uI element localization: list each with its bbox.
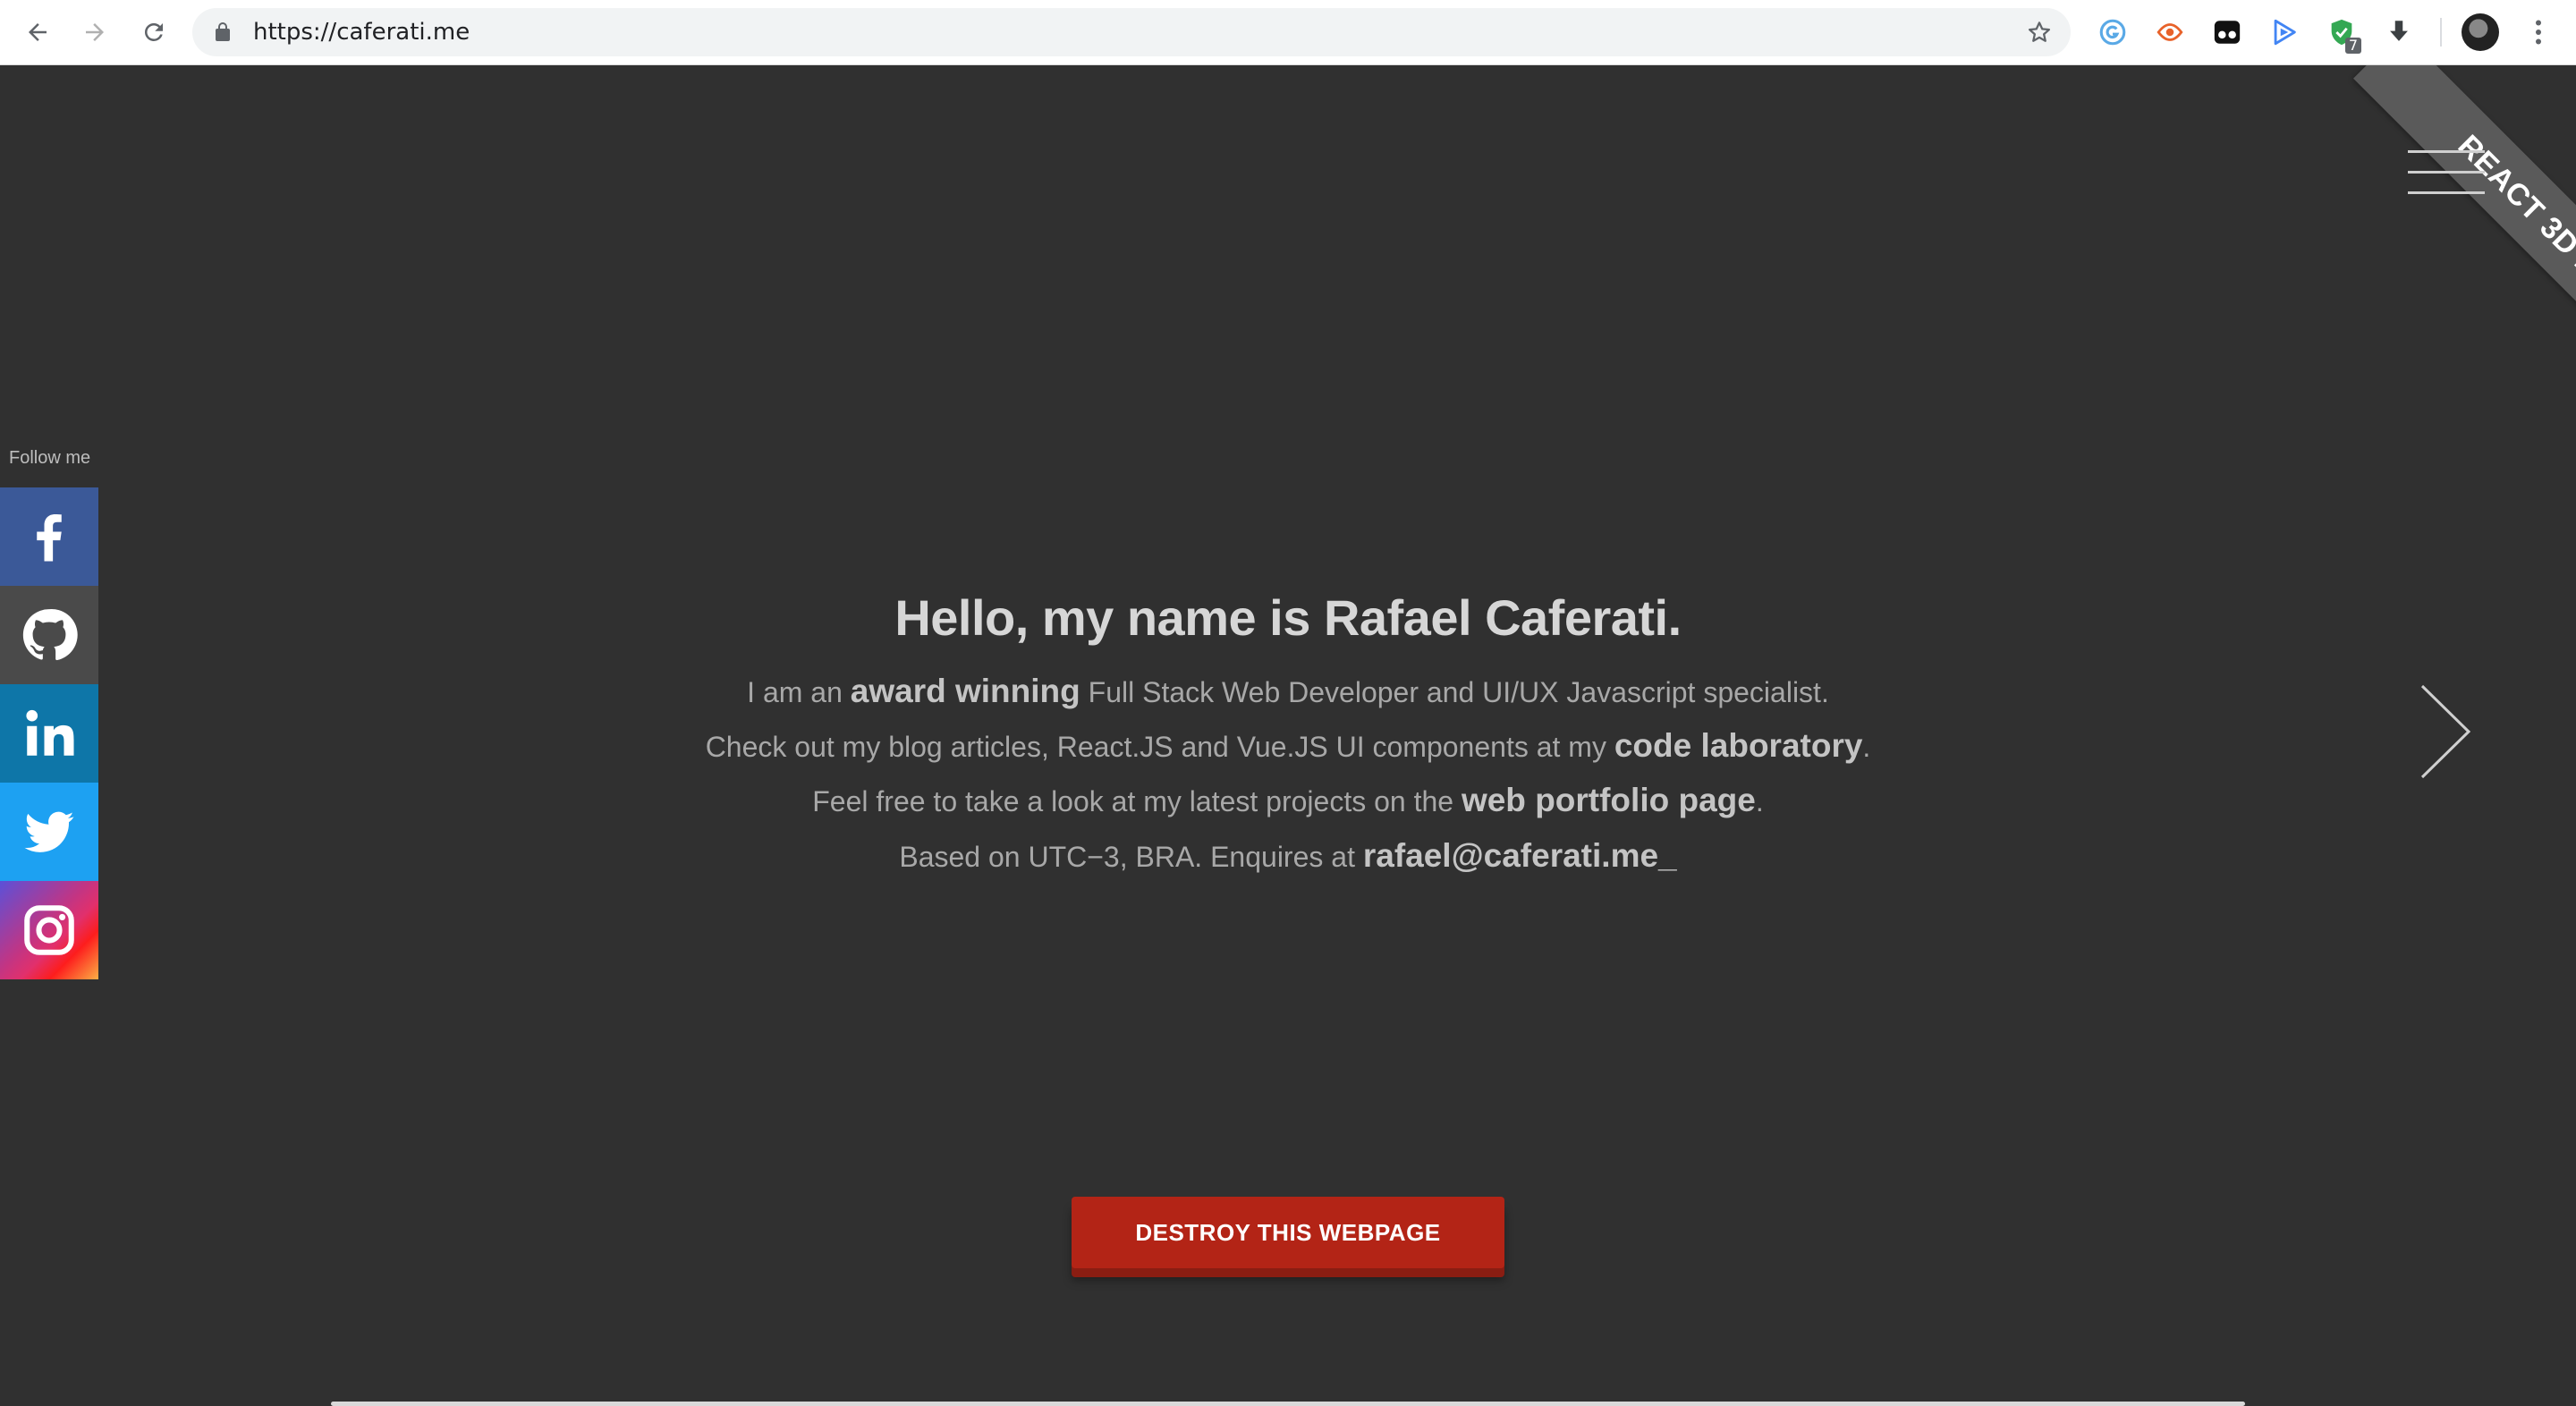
facebook-icon — [37, 513, 62, 562]
hero-line-2: Check out my blog articles, React.JS and… — [0, 727, 2576, 765]
page-content: REACT 3D BUTTON Follow me Hello, my name… — [0, 65, 2576, 1406]
address-bar[interactable]: https://caferati.me — [192, 8, 2071, 56]
hero-line-1: I am an award winning Full Stack Web Dev… — [0, 673, 2576, 710]
email-link[interactable]: rafael@caferati.me_ — [1363, 837, 1677, 874]
next-arrow-icon[interactable] — [2419, 682, 2472, 781]
shield-extension[interactable]: 7 — [2324, 14, 2361, 54]
ublock-icon — [2157, 23, 2183, 41]
hero-line-4: Based on UTC−3, BRA. Enquires at rafael@… — [0, 837, 2576, 875]
hero-text: Check out my blog articles, React.JS and… — [705, 731, 1614, 763]
play-extension[interactable] — [2267, 14, 2302, 50]
ribbon-banner[interactable]: REACT 3D BUTTON — [2352, 65, 2576, 459]
facebook-link[interactable] — [0, 487, 98, 586]
tampermonkey-icon — [2214, 21, 2241, 44]
more-vert-icon[interactable] — [2522, 16, 2555, 48]
play-icon — [2274, 19, 2296, 46]
hero-text: . — [1755, 785, 1764, 817]
hero-text: I am an — [747, 676, 851, 708]
instagram-link[interactable] — [0, 881, 98, 979]
hero-line-3: Feel free to take a look at my latest pr… — [0, 782, 2576, 819]
arrow-left-icon — [29, 23, 47, 41]
star-icon[interactable] — [2026, 19, 2053, 46]
hero-text: Feel free to take a look at my latest pr… — [812, 785, 1462, 817]
grammarly-extension[interactable] — [2095, 14, 2131, 50]
download-extension[interactable] — [2381, 14, 2417, 50]
reload-button[interactable] — [134, 13, 174, 52]
hamburger-line — [2408, 150, 2485, 153]
grammarly-icon — [2099, 19, 2126, 46]
web-portfolio-link[interactable]: web portfolio page — [1462, 782, 1756, 818]
browser-toolbar: https://caferati.me 7 — [0, 0, 2576, 65]
url-text: https://caferati.me — [253, 19, 470, 46]
download-icon — [2390, 21, 2408, 41]
hero-text: Full Stack Web Developer and UI/UX Javas… — [1080, 676, 1829, 708]
hero-text: Based on UTC−3, BRA. Enquires at — [899, 841, 1363, 873]
reload-icon — [144, 22, 163, 41]
hamburger-line — [2408, 171, 2485, 174]
ublock-extension[interactable] — [2152, 14, 2188, 50]
tampermonkey-extension[interactable] — [2209, 14, 2245, 50]
award-winning-highlight: award winning — [850, 673, 1080, 709]
extension-badge: 7 — [2344, 38, 2361, 54]
hero-title: Hello, my name is Rafael Caferati. — [894, 589, 1682, 646]
horizontal-scrollbar[interactable] — [331, 1402, 2245, 1406]
hamburger-menu-button[interactable] — [2408, 150, 2485, 195]
destroy-webpage-button[interactable]: DESTROY THIS WEBPAGE — [1072, 1197, 1504, 1268]
lock-icon — [216, 22, 230, 41]
code-laboratory-link[interactable]: code laboratory — [1614, 727, 1863, 764]
follow-me-label: Follow me — [9, 448, 91, 468]
hero-text: . — [1862, 731, 1871, 763]
forward-button[interactable] — [75, 13, 114, 52]
profile-avatar[interactable] — [2462, 13, 2499, 51]
arrow-right-icon — [86, 23, 104, 41]
toolbar-divider — [2440, 18, 2442, 47]
hamburger-line — [2408, 191, 2485, 194]
instagram-icon — [24, 905, 74, 955]
back-button[interactable] — [18, 13, 57, 52]
